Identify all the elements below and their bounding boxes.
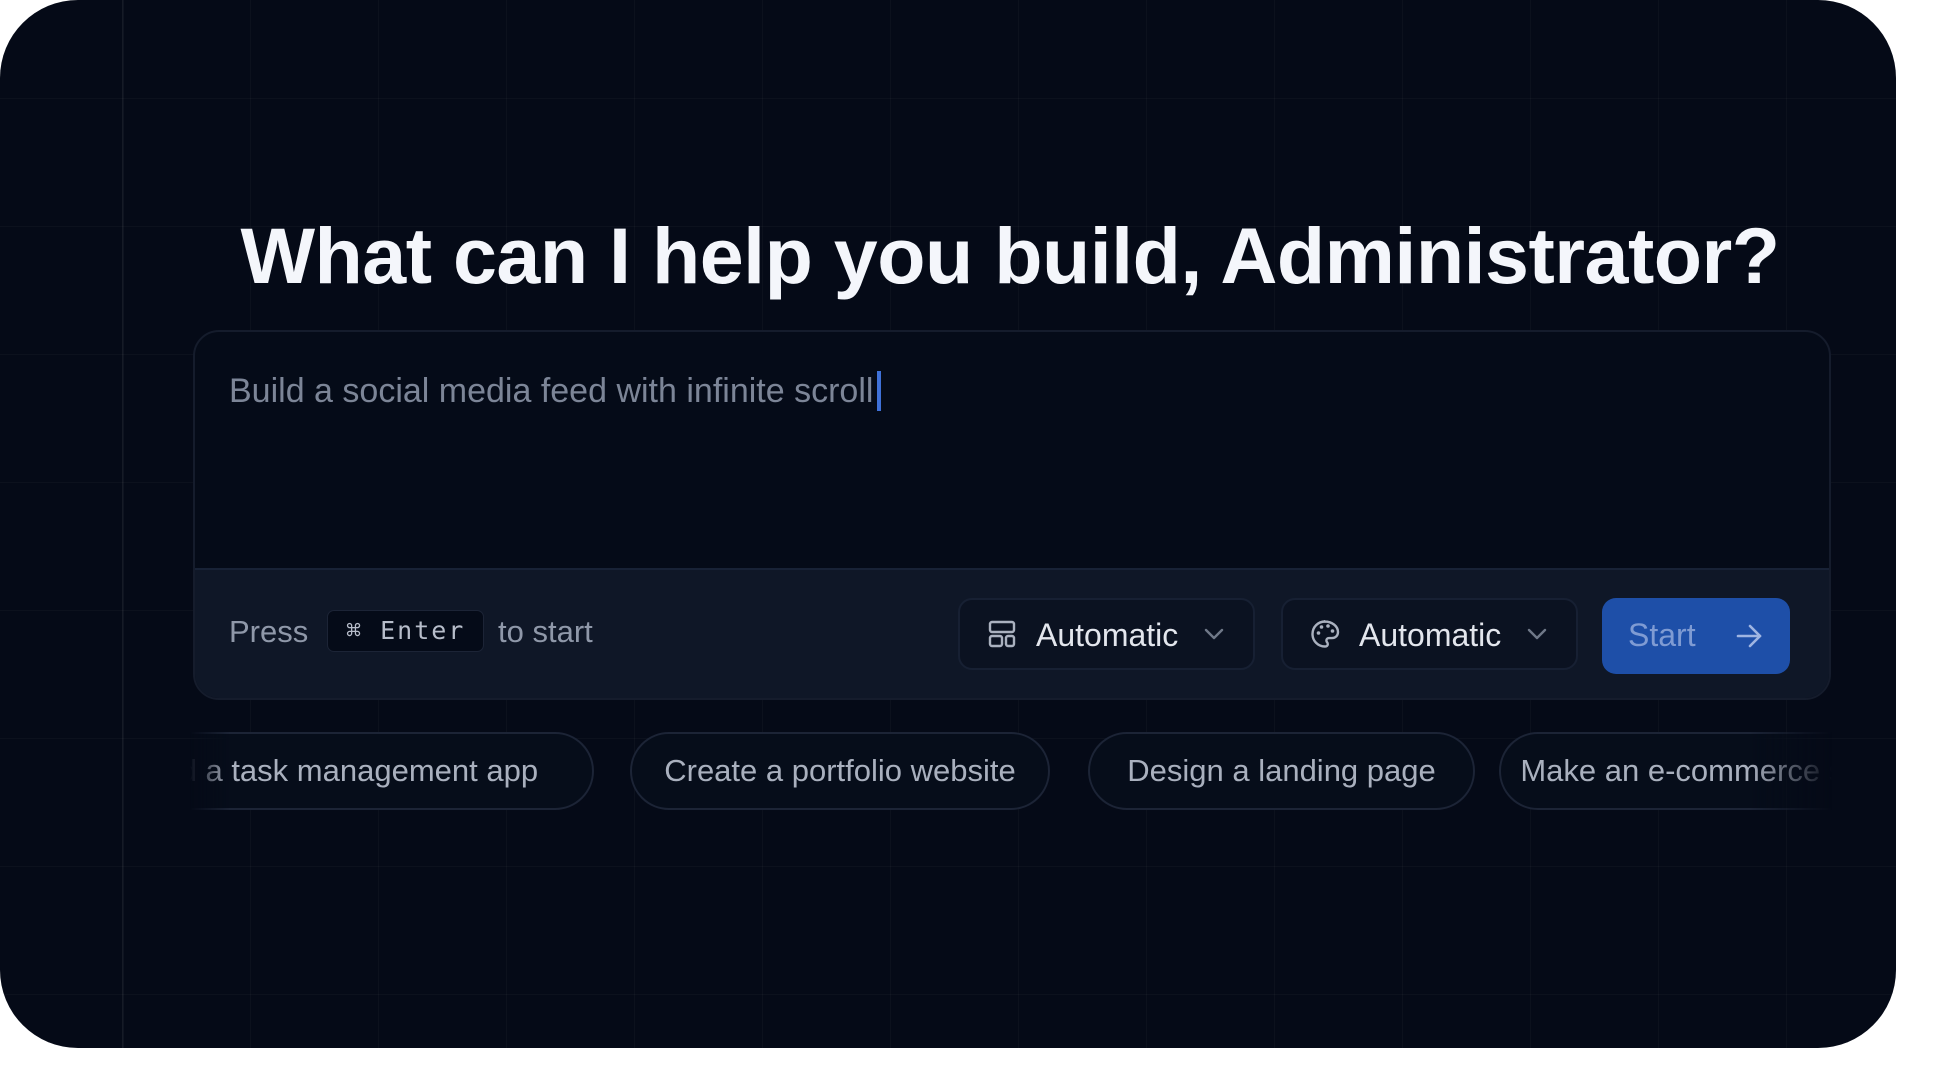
prompt-toolbar: Press ⌘ Enter to start Automatic Automat… bbox=[195, 568, 1829, 698]
style-select-value: Automatic bbox=[1359, 617, 1502, 653]
style-select[interactable]: Automatic bbox=[1281, 598, 1578, 670]
chevron-down-icon bbox=[1527, 628, 1547, 640]
start-button-label: Start bbox=[1628, 617, 1696, 653]
chevron-down-icon bbox=[1204, 628, 1224, 640]
keyboard-shortcut: ⌘ Enter bbox=[327, 610, 485, 652]
palette-icon bbox=[1311, 620, 1340, 648]
text-caret bbox=[877, 371, 882, 411]
arrow-right-icon bbox=[1736, 624, 1762, 648]
app-canvas: What can I help you build, Administrator… bbox=[0, 0, 1896, 1048]
prompt-card: Build a social media feed with infinite … bbox=[193, 330, 1831, 700]
page-title: What can I help you build, Administrator… bbox=[240, 210, 1780, 300]
layout-icon bbox=[988, 620, 1016, 648]
prompt-input[interactable]: Build a social media feed with infinite … bbox=[229, 370, 882, 412]
start-button[interactable]: Start bbox=[1602, 598, 1790, 674]
to-start-label: to start bbox=[498, 614, 593, 649]
grid-divider bbox=[122, 0, 124, 1048]
suggestion-chip[interactable]: Make an e-commerce store bbox=[1499, 732, 1832, 810]
suggestion-chip[interactable]: Build a task management app bbox=[190, 732, 594, 810]
layout-select[interactable]: Automatic bbox=[958, 598, 1255, 670]
suggestion-chip[interactable]: Create a portfolio website bbox=[630, 732, 1050, 810]
suggestion-carousel: Build a task management app Create a por… bbox=[190, 730, 1832, 816]
press-label: Press bbox=[229, 614, 309, 649]
suggestion-chip[interactable]: Design a landing page bbox=[1088, 732, 1475, 810]
layout-select-value: Automatic bbox=[1036, 617, 1179, 653]
prompt-input-text: Build a social media feed with infinite … bbox=[229, 372, 874, 410]
